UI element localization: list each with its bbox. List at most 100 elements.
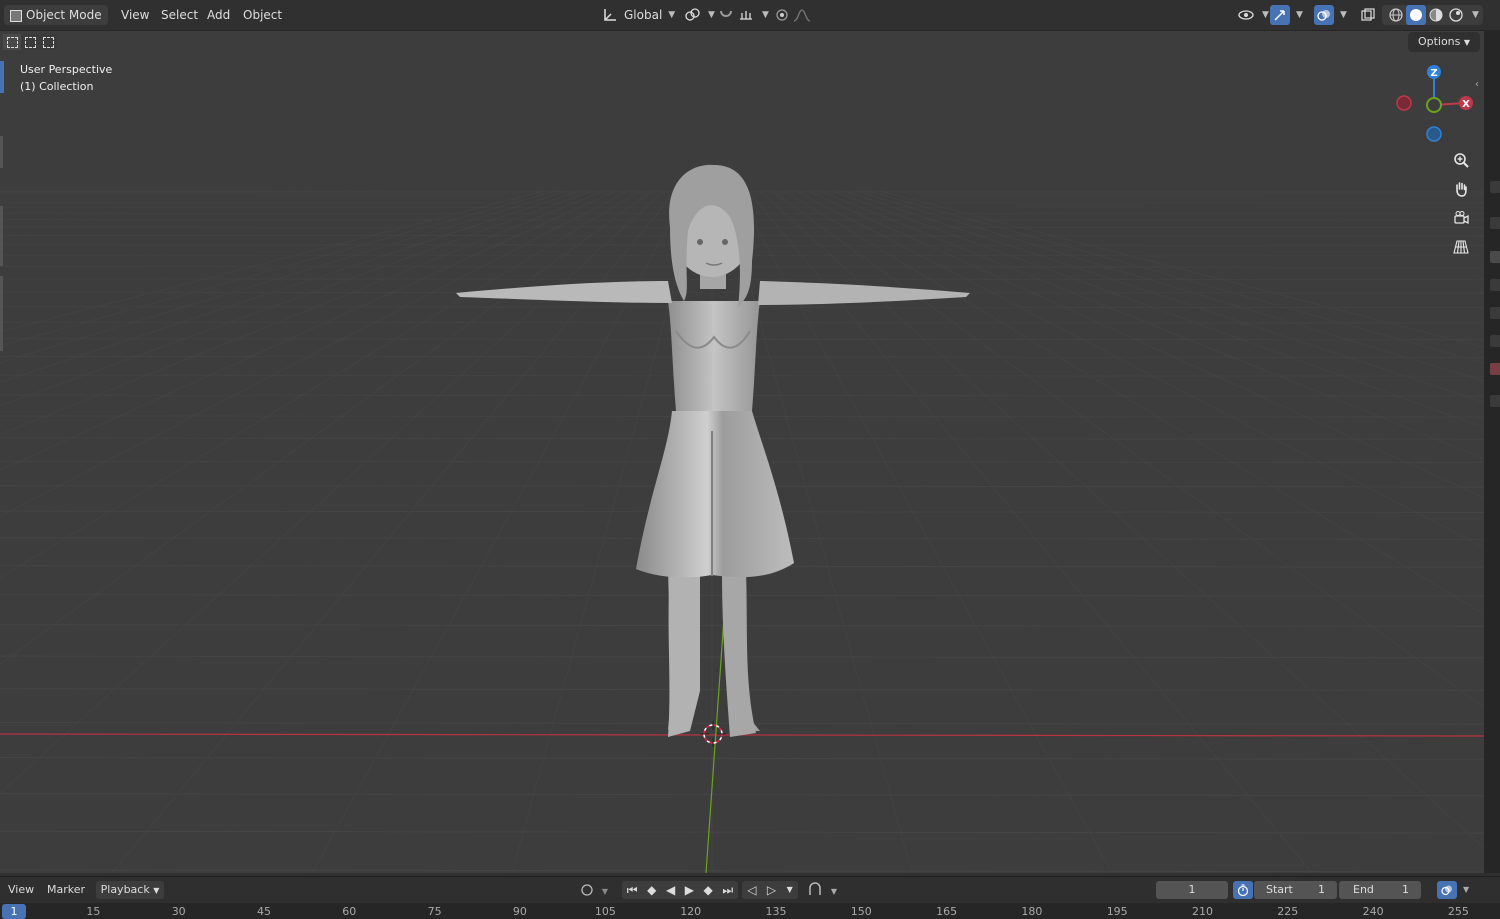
end-frame-field[interactable]: End 1 <box>1339 881 1421 899</box>
menu-object[interactable]: Object <box>237 5 288 25</box>
start-frame-field[interactable]: Start 1 <box>1254 881 1337 899</box>
transform-orientation-dropdown[interactable]: Global ▼ <box>600 5 675 25</box>
toolbar-tab[interactable] <box>0 276 3 351</box>
grid-perspective-icon[interactable] <box>1448 234 1474 260</box>
timeline-overlays-dropdown[interactable]: ▼ <box>1437 881 1469 899</box>
chevron-down-icon: ▼ <box>1296 10 1303 20</box>
properties-tab[interactable] <box>1490 279 1500 291</box>
chevron-down-icon: ▼ <box>668 10 676 20</box>
next-keyframe-icon[interactable]: ◆ <box>704 881 713 899</box>
chevron-down-icon: ▼ <box>1262 10 1269 20</box>
camera-icon[interactable] <box>1448 205 1474 231</box>
properties-tab[interactable] <box>1490 251 1500 263</box>
properties-tab[interactable] <box>1490 217 1500 229</box>
chevron-down-icon[interactable]: ▼ <box>1472 10 1479 20</box>
3d-viewport[interactable]: User Perspective (1) Collection Options … <box>0 31 1484 873</box>
gizmo-neg-x <box>1396 95 1412 111</box>
properties-tab[interactable] <box>1490 307 1500 319</box>
shading-mode-group: ▼ <box>1382 5 1483 25</box>
chevron-down-icon: ▼ <box>153 886 160 895</box>
gizmo-y <box>1426 97 1442 113</box>
properties-tab[interactable] <box>1490 181 1500 193</box>
menu-view[interactable]: View <box>115 5 155 25</box>
current-frame-field[interactable]: 1 <box>1156 881 1228 899</box>
navigation-gizmo[interactable]: Z X <box>1390 61 1480 145</box>
preview-range-stopwatch-icon[interactable] <box>1233 881 1253 899</box>
object-mode-dropdown[interactable]: Object Mode▼ <box>4 5 108 42</box>
options-dropdown[interactable]: Options ▼ <box>1408 32 1480 52</box>
properties-tab-strip <box>1484 31 1500 873</box>
selection-mode-group <box>3 34 57 50</box>
properties-tab[interactable] <box>1490 363 1500 375</box>
material-shading-icon[interactable] <box>1426 5 1446 25</box>
play-icon[interactable]: ▶ <box>685 881 694 899</box>
wireframe-shading-icon[interactable] <box>1386 5 1406 25</box>
pivot-point-dropdown[interactable]: ▼ <box>682 5 715 25</box>
chevron-down-icon: ▼ <box>708 10 715 20</box>
frame-ruler[interactable]: 1 15 30 45 60 75 90 105 120 135 150 165 180 195 210 22… <box>0 903 1500 919</box>
toolbar-tab[interactable] <box>0 136 3 168</box>
chevron-down-icon: ▼ <box>1340 10 1347 20</box>
frame-step-controls: ◁ ▷ ▼ <box>742 881 798 899</box>
select-set-icon[interactable] <box>3 34 21 50</box>
snap-increment-icon <box>736 5 756 25</box>
object-mode-label: Object Mode <box>26 8 102 22</box>
ruler-tick-label: 30 <box>171 905 186 918</box>
current-frame-indicator[interactable]: 1 <box>2 904 26 919</box>
ruler-tick-label: 60 <box>342 905 357 918</box>
prev-keyframe-icon[interactable]: ◆ <box>647 881 656 899</box>
object-types-visibility-dropdown[interactable]: ▼ <box>1236 5 1269 25</box>
viewport-header: Object Mode▼ View Select Add Object Glob… <box>0 0 1500 42</box>
svg-text:▼: ▼ <box>831 887 838 896</box>
xray-toggle[interactable] <box>1358 5 1378 25</box>
ruler-tick-label: 180 <box>1021 905 1043 918</box>
ruler-tick-label: 75 <box>427 905 442 918</box>
end-value: 1 <box>1402 883 1409 896</box>
gizmo-z-label: Z <box>1430 68 1437 79</box>
ruler-tick-label: 195 <box>1106 905 1128 918</box>
snap-magnet-icon <box>716 5 736 25</box>
step-forward-icon[interactable]: ▷ <box>767 881 776 899</box>
timeline-menu-marker[interactable]: Marker <box>47 881 85 899</box>
chevron-down-icon[interactable]: ▼ <box>787 881 793 899</box>
menu-add[interactable]: Add <box>201 5 236 25</box>
keying-set-dropdown[interactable]: ▼ <box>806 881 842 899</box>
falloff-curve-icon <box>792 5 812 25</box>
toolbar-tab[interactable] <box>0 206 3 266</box>
play-reverse-icon[interactable]: ◀ <box>666 881 675 899</box>
timeline-menu-view[interactable]: View <box>8 881 34 899</box>
chevron-down-icon: ▼ <box>1463 38 1471 47</box>
zoom-icon[interactable] <box>1448 147 1474 173</box>
playback-dropdown[interactable]: Playback ▼ <box>96 881 164 899</box>
ruler-tick-label: 15 <box>86 905 101 918</box>
orientation-label: Global <box>624 8 663 22</box>
sidebar-toggle-icon[interactable]: ‹ <box>1475 79 1479 90</box>
jump-start-icon[interactable]: ⏮ <box>627 881 638 899</box>
rendered-shading-icon[interactable] <box>1446 5 1466 25</box>
step-back-icon[interactable]: ◁ <box>747 881 756 899</box>
options-label: Options <box>1417 35 1461 48</box>
ruler-tick-label: 210 <box>1192 905 1213 918</box>
end-label: End <box>1353 883 1374 896</box>
properties-tab[interactable] <box>1490 335 1500 347</box>
solid-shading-icon[interactable] <box>1406 5 1426 25</box>
snap-toggle[interactable]: ▼ <box>716 5 769 25</box>
proportional-editing-icon <box>772 5 792 25</box>
auto-keying-toggle[interactable]: ▼ <box>578 881 612 899</box>
jump-end-icon[interactable]: ⏭ <box>722 881 733 899</box>
select-extend-icon[interactable] <box>21 34 39 50</box>
select-subtract-icon[interactable] <box>39 34 57 50</box>
ruler-tick-label: 45 <box>257 905 271 918</box>
start-label: Start <box>1266 883 1293 896</box>
hand-pan-icon[interactable] <box>1448 176 1474 202</box>
overlays-icon <box>1314 5 1334 25</box>
overlays-toggle[interactable]: ▼ <box>1314 5 1347 25</box>
view-name-label: User Perspective <box>20 63 113 76</box>
ruler-tick-label: 120 <box>680 905 702 918</box>
proportional-editing-toggle[interactable] <box>772 5 812 25</box>
start-value: 1 <box>1318 883 1325 896</box>
playback-label: Playback <box>100 883 150 896</box>
gizmo-toggle[interactable]: ▼ <box>1270 5 1303 25</box>
properties-tab[interactable] <box>1490 395 1500 407</box>
menu-select[interactable]: Select <box>155 5 204 25</box>
